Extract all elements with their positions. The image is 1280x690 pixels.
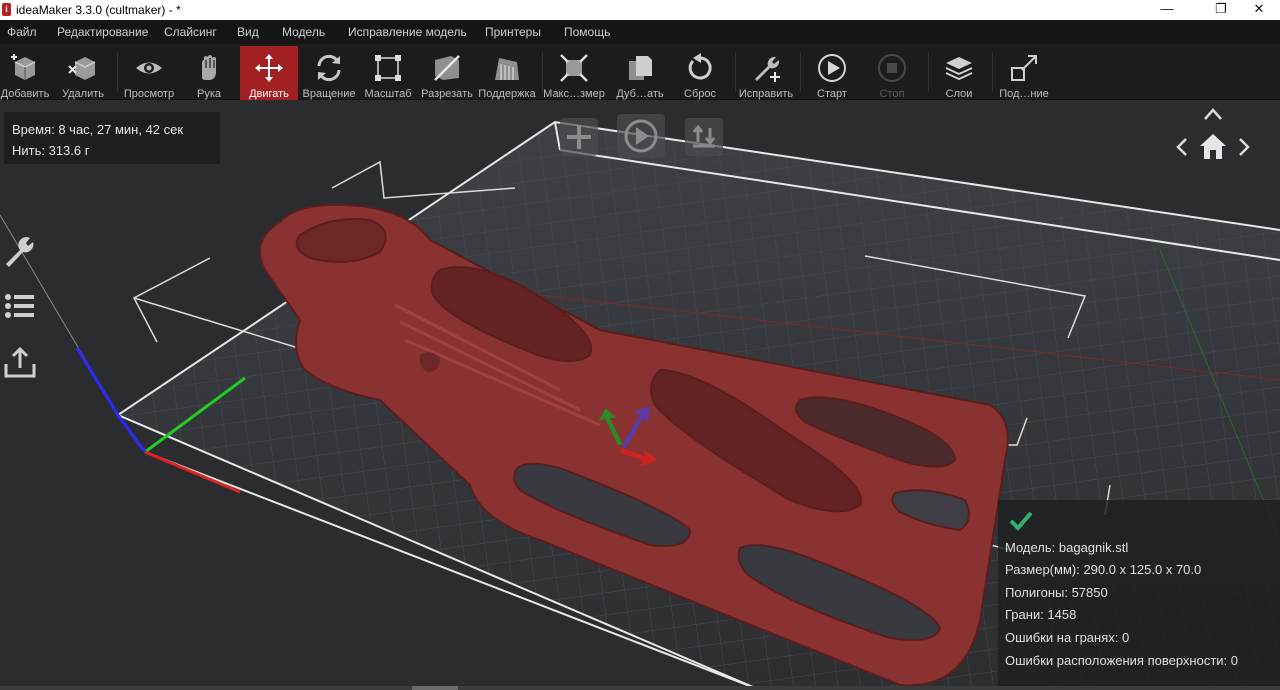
start-button[interactable]: Старт xyxy=(808,46,856,100)
duplicate-button[interactable]: Дуб…ать xyxy=(616,46,664,100)
layout-icon[interactable] xyxy=(683,116,725,158)
play-icon xyxy=(818,54,846,82)
toolbar-separator xyxy=(800,52,801,92)
layers-icon xyxy=(945,57,973,81)
reset-label: Сброс xyxy=(684,88,716,100)
cut-icon xyxy=(434,55,460,81)
delete-button[interactable]: Удалить xyxy=(60,46,106,100)
chevron-right-icon[interactable] xyxy=(1236,136,1252,158)
maximize-size-icon xyxy=(560,54,588,82)
export-icon[interactable] xyxy=(2,344,38,380)
menu-model[interactable]: Модель xyxy=(282,25,325,39)
preview-label: Просмотр xyxy=(123,88,175,100)
stop-button[interactable]: Стоп xyxy=(868,46,916,100)
window-title: ideaMaker 3.3.0 (cultmaker) - * xyxy=(16,3,181,17)
home-icon[interactable] xyxy=(1198,132,1228,160)
chevron-left-icon[interactable] xyxy=(1174,136,1190,158)
toolbar-separator xyxy=(992,52,993,92)
support-button[interactable]: Поддержка xyxy=(478,46,536,100)
menu-printers[interactable]: Принтеры xyxy=(485,25,541,39)
horizontal-scrollbar[interactable] xyxy=(0,686,1280,690)
model-info-panel: Модель: bagagnik.stl Размер(мм): 290.0 x… xyxy=(998,500,1280,690)
model-polygons: Полигоны: 57850 xyxy=(1005,585,1108,600)
cut-label: Разрезать xyxy=(421,88,473,100)
maximize-size-button[interactable]: Макс…змер xyxy=(543,46,605,100)
menu-help[interactable]: Помощь xyxy=(564,25,610,39)
add-view-icon[interactable] xyxy=(558,116,600,158)
scale-button[interactable]: Масштаб xyxy=(364,46,412,100)
toolbar-separator xyxy=(542,52,543,92)
stop-label: Стоп xyxy=(879,88,905,100)
hand-button[interactable]: Рука xyxy=(186,46,232,100)
play-preview-icon[interactable] xyxy=(615,112,667,160)
3d-viewport[interactable]: Время: 8 час, 27 мин, 42 сек Нить: 313.6… xyxy=(0,100,1280,690)
repair-label: Исправить xyxy=(738,88,794,100)
delete-model-icon xyxy=(68,57,96,80)
start-label: Старт xyxy=(817,88,847,100)
print-stats: Время: 8 час, 27 мин, 42 сек Нить: 313.6… xyxy=(4,112,220,164)
toolbar-separator xyxy=(928,52,929,92)
rotate-label: Вращение xyxy=(302,88,356,100)
support-icon xyxy=(495,58,519,80)
menu-view[interactable]: Вид xyxy=(237,25,259,39)
toolbar: Добавить Удалить Просмотр Рука Двигать В… xyxy=(0,44,1280,100)
preview-button[interactable]: Просмотр xyxy=(124,46,174,100)
add-label: Добавить xyxy=(0,88,50,100)
layers-button[interactable]: Слои xyxy=(936,46,982,100)
duplicate-label: Дуб…ать xyxy=(616,88,664,100)
repair-button[interactable]: Исправить xyxy=(739,46,793,100)
move-arrows-icon xyxy=(255,54,283,82)
model-surface-errors: Ошибки расположения поверхности: 0 xyxy=(1005,653,1239,668)
stop-icon xyxy=(878,54,906,82)
expand-icon xyxy=(1011,55,1037,81)
delete-label: Удалить xyxy=(62,88,104,100)
rotate-icon xyxy=(317,54,341,82)
model-edges: Грани: 1458 xyxy=(1005,607,1077,622)
reset-icon xyxy=(688,53,712,80)
sub-button[interactable]: Под…ние xyxy=(999,46,1049,100)
toolbar-separator xyxy=(735,52,736,92)
rotate-button[interactable]: Вращение xyxy=(303,46,355,100)
menu-bar: Файл Редактирование Слайсинг Вид Модель … xyxy=(0,20,1280,44)
menu-edit[interactable]: Редактирование xyxy=(57,25,148,39)
menu-model-repair[interactable]: Исправление модель xyxy=(348,25,467,39)
move-label: Двигать xyxy=(249,88,289,100)
close-button[interactable]: ✕ xyxy=(1236,0,1280,20)
move-button[interactable]: Двигать xyxy=(240,46,298,100)
model-name: Модель: bagagnik.stl xyxy=(1005,540,1129,555)
model-size: Размер(мм): 290.0 x 125.0 x 70.0 xyxy=(1005,562,1202,577)
model-edge-errors: Ошибки на гранях: 0 xyxy=(1005,630,1130,645)
bounding-box-line xyxy=(132,257,211,343)
z-axis xyxy=(75,347,120,416)
add-model-icon xyxy=(11,54,36,80)
scale-icon xyxy=(375,55,401,81)
cut-button[interactable]: Разрезать xyxy=(421,46,473,100)
maximize-size-label: Макс…змер xyxy=(543,88,605,100)
hand-icon xyxy=(202,55,216,80)
app-logo: i xyxy=(2,3,11,16)
filament-weight: Нить: 313.6 г xyxy=(12,143,90,158)
check-icon xyxy=(1009,511,1033,531)
chevron-up-icon[interactable] xyxy=(1202,106,1224,122)
title-bar: i ideaMaker 3.3.0 (cultmaker) - * — ❐ ✕ xyxy=(0,0,1280,20)
menu-file[interactable]: Файл xyxy=(7,25,37,39)
reset-button[interactable]: Сброс xyxy=(676,46,724,100)
duplicate-icon xyxy=(629,56,652,80)
toolbar-separator xyxy=(117,52,118,92)
wrench-icon xyxy=(755,56,780,82)
list-icon[interactable] xyxy=(2,288,38,324)
wrench-icon[interactable] xyxy=(2,232,38,268)
hand-label: Рука xyxy=(196,88,221,100)
scrollbar-thumb[interactable] xyxy=(412,686,458,690)
minimize-button[interactable]: — xyxy=(1144,0,1190,20)
sub-label: Под…ние xyxy=(999,88,1049,100)
print-time: Время: 8 час, 27 мин, 42 сек xyxy=(12,122,184,137)
menu-slicing[interactable]: Слайсинг xyxy=(164,25,217,39)
support-label: Поддержка xyxy=(478,88,536,100)
scale-label: Масштаб xyxy=(364,88,412,100)
add-button[interactable]: Добавить xyxy=(1,46,49,100)
layers-label: Слои xyxy=(945,88,973,100)
eye-icon xyxy=(136,62,162,74)
